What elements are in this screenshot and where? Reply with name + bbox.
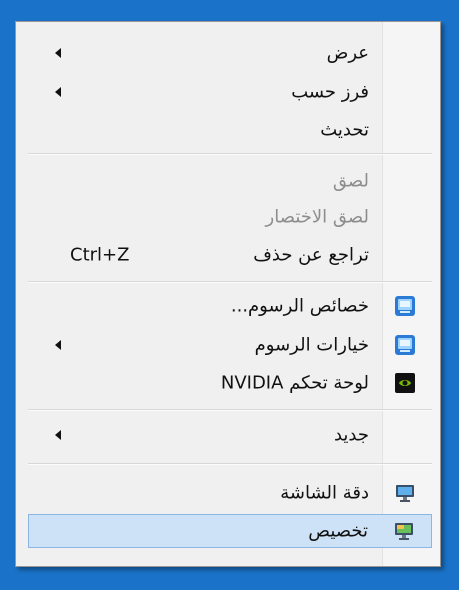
monitor-icon: [396, 485, 414, 502]
submenu-arrow-icon: [55, 340, 61, 350]
menu-item-refresh[interactable]: تحديث: [28, 113, 432, 147]
menu-item-undo-delete-label: تراجع عن حذف: [253, 244, 369, 266]
menu-item-nvidia-control-panel[interactable]: لوحة تحكم NVIDIA: [28, 366, 432, 400]
menu-item-graphics-properties[interactable]: خصائص الرسوم...: [28, 289, 432, 323]
menu-separator: [28, 463, 432, 465]
menu-item-sort-by-label: فرز حسب: [291, 81, 369, 103]
menu-item-graphics-options[interactable]: خيارات الرسوم: [28, 328, 432, 362]
submenu-arrow-icon: [55, 87, 61, 97]
intel-graphics-icon: [395, 296, 415, 316]
menu-item-new[interactable]: جديد: [28, 418, 432, 452]
menu-separator: [28, 281, 432, 283]
shortcut-text: Ctrl+Z: [70, 244, 130, 266]
menu-item-view[interactable]: عرض: [28, 36, 432, 70]
menu-item-paste-label: لصق: [332, 170, 369, 192]
menu-item-undo-delete[interactable]: Ctrl+Z تراجع عن حذف: [28, 238, 432, 272]
menu-item-personalize-label: تخصيص: [308, 520, 368, 542]
submenu-arrow-icon: [55, 430, 61, 440]
menu-item-new-label: جديد: [333, 424, 369, 446]
menu-item-graphics-options-label: خيارات الرسوم: [254, 334, 369, 356]
desktop-context-menu: عرض فرز حسب تحديث لصق لصق الاختصار Ctrl+…: [15, 21, 441, 567]
submenu-arrow-icon: [55, 48, 61, 58]
menu-item-nvidia-control-panel-label: لوحة تحكم NVIDIA: [220, 372, 369, 394]
menu-item-paste[interactable]: لصق: [28, 164, 432, 198]
menu-item-personalize[interactable]: تخصيص: [28, 514, 432, 548]
personalize-icon: [395, 523, 413, 540]
menu-item-screen-resolution[interactable]: دقة الشاشة: [28, 476, 432, 510]
menu-separator: [28, 409, 432, 411]
nvidia-icon: [395, 373, 415, 393]
menu-item-graphics-properties-label: خصائص الرسوم...: [230, 295, 369, 317]
menu-separator: [28, 153, 432, 155]
menu-item-view-label: عرض: [326, 42, 369, 64]
menu-item-sort-by[interactable]: فرز حسب: [28, 75, 432, 109]
menu-item-refresh-label: تحديث: [320, 119, 369, 141]
menu-item-paste-shortcut[interactable]: لصق الاختصار: [28, 200, 432, 234]
menu-item-paste-shortcut-label: لصق الاختصار: [265, 206, 369, 228]
intel-graphics-icon: [395, 335, 415, 355]
menu-item-screen-resolution-label: دقة الشاشة: [280, 482, 369, 504]
